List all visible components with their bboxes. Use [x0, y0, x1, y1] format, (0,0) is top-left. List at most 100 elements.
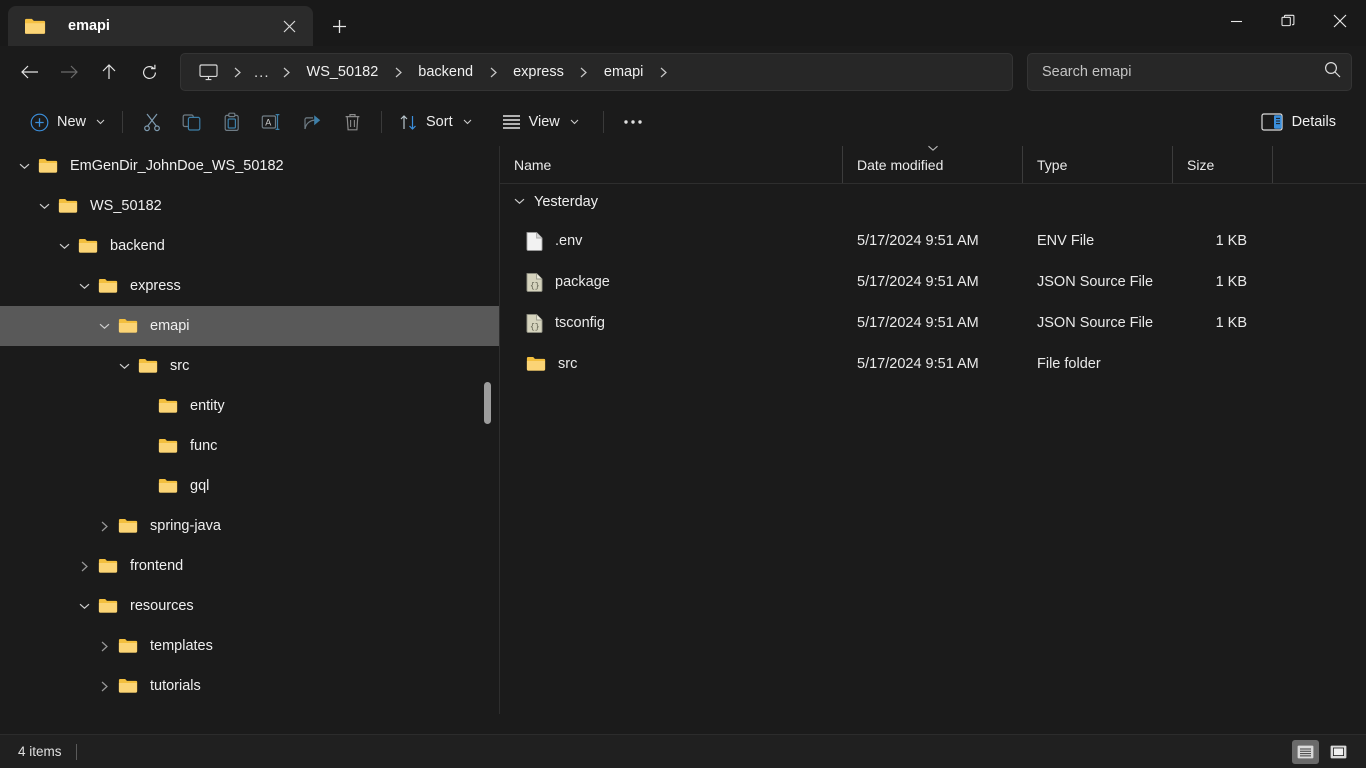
folder-icon [98, 277, 120, 295]
tree-item-express[interactable]: express [0, 266, 499, 306]
breadcrumb-item-ws50182[interactable]: WS_50182 [298, 57, 388, 87]
tree-item-label: frontend [130, 558, 184, 574]
share-button[interactable] [292, 105, 332, 139]
column-header-name[interactable]: Name [500, 146, 843, 183]
details-pane-label: Details [1291, 114, 1336, 130]
refresh-button[interactable] [130, 53, 168, 91]
up-button[interactable] [90, 53, 128, 91]
paste-button[interactable] [212, 105, 252, 139]
breadcrumb-item-express[interactable]: express [504, 57, 573, 87]
table-row[interactable]: .env 5/17/2024 9:51 AM ENV File 1 KB [500, 220, 1366, 261]
this-pc-icon[interactable] [191, 57, 226, 87]
chevron-right-icon[interactable] [70, 552, 98, 580]
maximize-button[interactable] [1262, 0, 1314, 42]
column-header-date-label: Date modified [857, 156, 944, 173]
file-size-cell: 1 KB [1215, 314, 1247, 331]
tree-item-backend[interactable]: backend [0, 226, 499, 266]
chevron-down-icon[interactable] [70, 592, 98, 620]
command-bar: New A Sort View Details [0, 98, 1366, 146]
breadcrumb-overflow[interactable]: ... [248, 57, 276, 87]
search-input[interactable] [1042, 64, 1324, 80]
file-name-cell: {} package [500, 272, 843, 292]
column-header-size[interactable]: Size [1173, 146, 1273, 183]
forward-button[interactable] [50, 53, 88, 91]
chevron-down-icon[interactable] [50, 232, 78, 260]
navigation-pane[interactable]: EmGenDir_JohnDoe_WS_50182 WS_50182 backend… [0, 146, 500, 714]
sort-indicator-icon [927, 144, 938, 155]
cut-button[interactable] [132, 105, 172, 139]
file-size-cell: 1 KB [1215, 273, 1247, 290]
chevron-down-icon[interactable] [30, 192, 58, 220]
large-icons-view-toggle[interactable] [1325, 740, 1352, 764]
chevron-down-icon[interactable] [70, 272, 98, 300]
tree-item-tutorials[interactable]: tutorials [0, 666, 499, 706]
details-pane-button[interactable]: Details [1253, 105, 1344, 139]
tab-emapi[interactable]: emapi [8, 6, 313, 46]
toolbar-divider [122, 111, 124, 133]
folder-icon [158, 437, 180, 455]
tree-item-label: emapi [150, 318, 190, 334]
new-button[interactable]: New [22, 105, 113, 139]
close-button[interactable] [1314, 0, 1366, 42]
chevron-down-icon[interactable] [90, 312, 118, 340]
title-bar: emapi [0, 0, 1366, 46]
folder-icon [118, 677, 140, 695]
search-box[interactable] [1027, 53, 1352, 91]
more-options-button[interactable] [613, 105, 653, 139]
tree-item-src[interactable]: src [0, 346, 499, 386]
column-header-date-modified[interactable]: Date modified [843, 144, 1023, 183]
breadcrumb-item-backend[interactable]: backend [409, 57, 482, 87]
svg-text:{}: {} [530, 282, 540, 291]
tree-item-gql[interactable]: gql [0, 466, 499, 506]
chevron-down-icon[interactable] [10, 152, 38, 180]
file-list-pane: Name Date modified Type Size Yesterday .… [500, 144, 1366, 714]
table-row[interactable]: {} tsconfig 5/17/2024 9:51 AM JSON Source F… [500, 302, 1366, 343]
delete-button[interactable] [332, 105, 372, 139]
file-name-cell: src [500, 355, 843, 372]
close-icon[interactable] [275, 12, 303, 40]
toolbar-divider [381, 111, 383, 133]
tree-item-frontend[interactable]: frontend [0, 546, 499, 586]
folder-icon [78, 237, 100, 255]
tree-item-emgendir-johndoe-ws-50182[interactable]: EmGenDir_JohnDoe_WS_50182 [0, 146, 499, 186]
tree-item-ws-50182[interactable]: WS_50182 [0, 186, 499, 226]
minimize-button[interactable] [1210, 0, 1262, 42]
chevron-right-icon[interactable] [90, 512, 118, 540]
tree-item-emapi[interactable]: emapi [0, 306, 499, 346]
chevron-right-icon[interactable] [652, 67, 674, 78]
file-name-cell: {} tsconfig [500, 313, 843, 333]
file-icon [526, 231, 543, 251]
breadcrumb[interactable]: ... WS_50182 backend express emapi [180, 53, 1013, 91]
copy-button[interactable] [172, 105, 212, 139]
search-icon[interactable] [1324, 61, 1341, 83]
nav-pane-scrollbar[interactable] [481, 146, 493, 714]
file-type-cell: JSON Source File [1037, 314, 1154, 331]
status-divider [75, 743, 77, 760]
back-button[interactable] [10, 53, 48, 91]
folder-icon [118, 317, 140, 335]
sort-button[interactable]: Sort [391, 105, 480, 139]
tree-item-resources[interactable]: resources [0, 586, 499, 626]
tree-item-spring-java[interactable]: spring-java [0, 506, 499, 546]
folder-icon [58, 197, 80, 215]
new-tab-button[interactable] [319, 6, 359, 46]
file-name-label: src [558, 355, 578, 372]
chevron-right-icon[interactable] [90, 632, 118, 660]
table-row[interactable]: src 5/17/2024 9:51 AM File folder [500, 343, 1366, 384]
file-name-label: package [555, 273, 610, 290]
tree-item-templates[interactable]: templates [0, 626, 499, 666]
breadcrumb-item-emapi[interactable]: emapi [595, 57, 653, 87]
chevron-down-icon[interactable] [110, 352, 138, 380]
tree-item-label: express [130, 278, 181, 294]
view-button[interactable]: View [494, 105, 587, 139]
nav-pane-scrollbar-thumb[interactable] [484, 382, 491, 424]
chevron-right-icon[interactable] [90, 672, 118, 700]
table-row[interactable]: {} package 5/17/2024 9:51 AM JSON Source Fi… [500, 261, 1366, 302]
folder-icon [158, 397, 180, 415]
column-header-type[interactable]: Type [1023, 146, 1173, 183]
rename-button[interactable]: A [252, 105, 292, 139]
group-header-yesterday[interactable]: Yesterday [500, 184, 1366, 220]
tree-item-entity[interactable]: entity [0, 386, 499, 426]
tree-item-func[interactable]: func [0, 426, 499, 466]
details-view-toggle[interactable] [1292, 739, 1319, 764]
